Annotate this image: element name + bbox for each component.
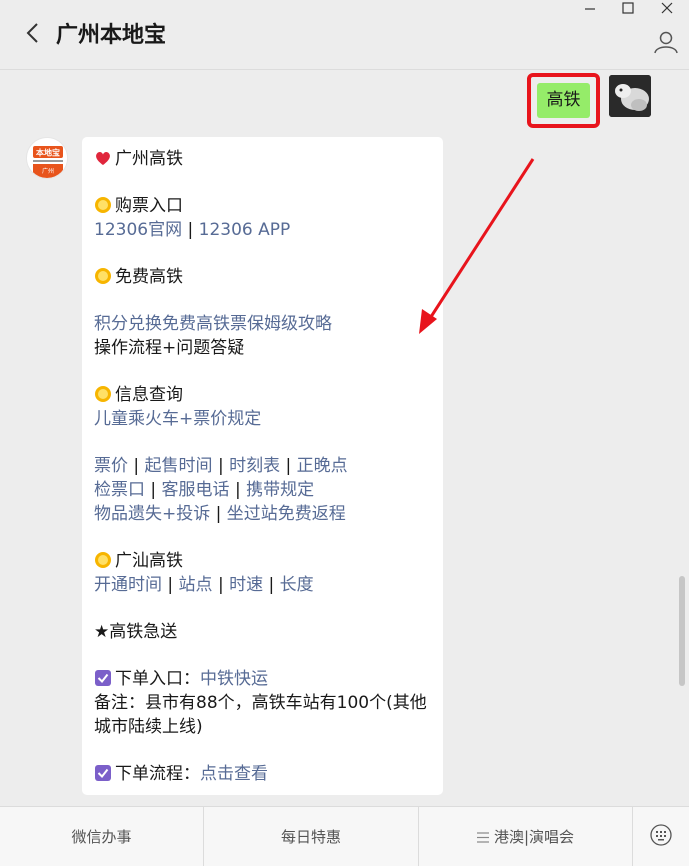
menu-hk-macau-concerts[interactable]: 港澳|演唱会 bbox=[419, 807, 633, 866]
back-chevron-icon[interactable] bbox=[22, 20, 44, 46]
link-open-time[interactable]: 开通时间 bbox=[94, 575, 162, 595]
link-missed-stop[interactable]: 坐过站免费返程 bbox=[227, 504, 346, 524]
sun-icon bbox=[94, 385, 112, 403]
link-ticket-gate[interactable]: 检票口 bbox=[94, 480, 145, 500]
free-link-line: 积分兑换免费高铁票保姆级攻略 bbox=[94, 312, 431, 336]
links-row-2: 检票口 | 客服电话 | 携带规定 bbox=[94, 480, 315, 500]
ticket-title-text: 购票入口 bbox=[115, 196, 183, 216]
info-title: 信息查询 bbox=[94, 383, 431, 407]
chat-area[interactable]: 高铁 本地宝 广州 广州高铁 购票入口 12306官网 | 12306 APP … bbox=[0, 71, 689, 806]
page-title: 广州本地宝 bbox=[56, 23, 167, 48]
bot-avatar[interactable]: 本地宝 广州 bbox=[26, 137, 68, 179]
checkbox-icon bbox=[94, 669, 112, 687]
link-fare[interactable]: 票价 bbox=[94, 456, 128, 476]
keyboard-icon bbox=[650, 823, 672, 850]
info-title-text: 信息查询 bbox=[115, 385, 183, 405]
guangshan-links: 开通时间 | 站点 | 时速 | 长度 bbox=[94, 575, 314, 595]
link-timetable[interactable]: 时刻表 bbox=[229, 456, 280, 476]
ticket-links: 12306官网 | 12306 APP bbox=[94, 218, 431, 242]
sun-icon bbox=[94, 551, 112, 569]
menu-wechat-services[interactable]: 微信办事 bbox=[0, 807, 204, 866]
menu-label: 微信办事 bbox=[71, 828, 132, 846]
info-link-line: 儿童乘火车+票价规定 bbox=[94, 407, 431, 431]
click-view-link[interactable]: 点击查看 bbox=[200, 764, 268, 784]
minimize-icon[interactable] bbox=[582, 0, 598, 16]
link-length[interactable]: 长度 bbox=[280, 575, 314, 595]
hamburger-icon bbox=[476, 808, 489, 843]
link-carry-rules[interactable]: 携带规定 bbox=[246, 480, 314, 500]
order-note: 备注：县市有88个，高铁车站有100个(其他城市陆续上线) bbox=[94, 693, 427, 737]
heart-icon bbox=[94, 149, 112, 167]
links-row-1: 票价 | 起售时间 | 时刻表 | 正晚点 bbox=[94, 456, 348, 476]
order-label: 下单入口： bbox=[115, 669, 200, 689]
free-title: 免费高铁 bbox=[94, 265, 431, 289]
zhongtie-express-link[interactable]: 中铁快运 bbox=[200, 669, 268, 689]
message-heading: 广州高铁 bbox=[94, 147, 431, 171]
free-title-text: 免费高铁 bbox=[115, 267, 183, 287]
sun-icon bbox=[94, 267, 112, 285]
link-speed[interactable]: 时速 bbox=[229, 575, 263, 595]
scrollbar-thumb[interactable] bbox=[679, 576, 685, 686]
link-service-phone[interactable]: 客服电话 bbox=[162, 480, 230, 500]
separator: | bbox=[182, 220, 199, 240]
my-message-bubble[interactable]: 高铁 bbox=[537, 83, 590, 118]
link-12306-app[interactable]: 12306 APP bbox=[199, 220, 291, 240]
ticket-title: 购票入口 bbox=[94, 194, 431, 218]
checkbox-icon bbox=[94, 764, 112, 782]
avatar-brand-text: 本地宝 bbox=[35, 148, 60, 158]
link-lost-items[interactable]: 物品遗失+投诉 bbox=[94, 504, 210, 524]
order-line: 下单入口：中铁快运 bbox=[94, 667, 431, 691]
process-label: 下单流程： bbox=[115, 764, 200, 784]
links-row-3: 物品遗失+投诉 | 坐过站免费返程 bbox=[94, 504, 346, 524]
link-stations[interactable]: 站点 bbox=[179, 575, 213, 595]
guangshan-title: 广汕高铁 bbox=[94, 549, 431, 573]
close-icon[interactable] bbox=[659, 0, 675, 16]
sun-icon bbox=[94, 196, 112, 214]
child-ticket-link[interactable]: 儿童乘火车+票价规定 bbox=[94, 409, 261, 429]
avatar-city-text: 广州 bbox=[42, 167, 54, 175]
menu-daily-deals[interactable]: 每日特惠 bbox=[204, 807, 419, 866]
express-title: ★高铁急送 bbox=[94, 622, 178, 642]
bottom-menu: 微信办事 每日特惠 港澳|演唱会 bbox=[0, 806, 689, 866]
guangshan-title-text: 广汕高铁 bbox=[115, 551, 183, 571]
menu-label: 每日特惠 bbox=[280, 828, 341, 846]
process-line: 下单流程：点击查看 bbox=[94, 762, 431, 786]
free-text: 操作流程+问题答疑 bbox=[94, 338, 245, 358]
link-12306-website[interactable]: 12306官网 bbox=[94, 220, 182, 240]
chat-header: 广州本地宝 bbox=[0, 0, 689, 70]
link-sale-time[interactable]: 起售时间 bbox=[145, 456, 213, 476]
link-punctuality[interactable]: 正晚点 bbox=[297, 456, 348, 476]
heading-text: 广州高铁 bbox=[115, 149, 183, 169]
free-ticket-guide-link[interactable]: 积分兑换免费高铁票保姆级攻略 bbox=[94, 314, 332, 334]
bot-message-bubble: 广州高铁 购票入口 12306官网 | 12306 APP 免费高铁 积分兑换免… bbox=[82, 137, 443, 795]
menu-label: 港澳|演唱会 bbox=[493, 828, 575, 846]
keyboard-toggle[interactable] bbox=[633, 807, 689, 866]
highlight-box: 高铁 bbox=[527, 73, 600, 128]
profile-icon[interactable] bbox=[653, 30, 679, 54]
maximize-icon[interactable] bbox=[620, 0, 636, 16]
my-avatar[interactable] bbox=[609, 75, 651, 117]
